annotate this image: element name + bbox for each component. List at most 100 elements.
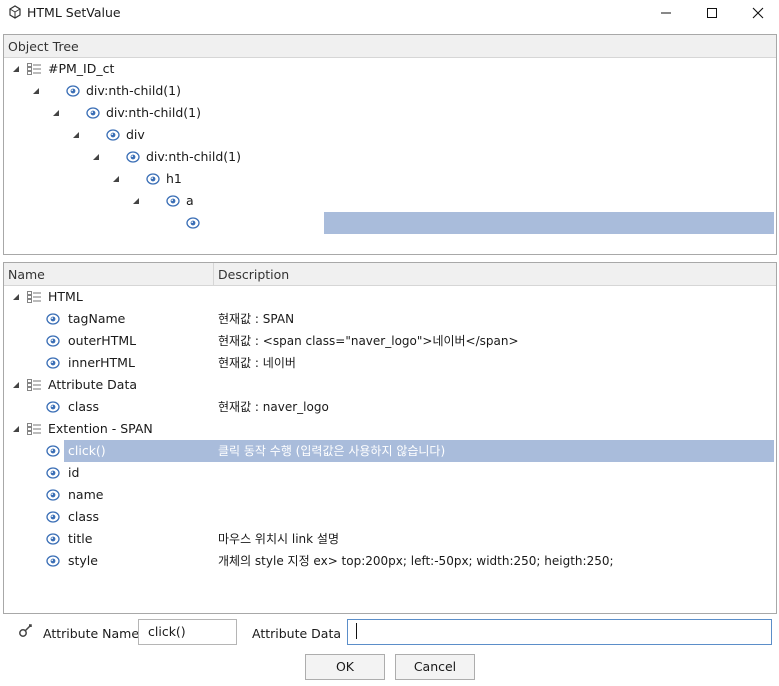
property-row[interactable]: id [4,462,774,484]
property-row[interactable]: style 개체의 style 지정 ex> top:200px; left:-5… [4,550,774,572]
property-name: outerHTML [68,333,137,348]
property-row[interactable]: class [4,506,774,528]
object-tree-panel: Object Tree #PM_ID_ct div:nth-child(1) div… [3,34,777,255]
property-row[interactable]: class 현재값 : naver_logo [4,396,774,418]
property-name: title [68,531,93,546]
list-node-icon [27,63,41,75]
tree-node[interactable]: div [4,124,774,146]
column-divider[interactable] [213,263,214,285]
expand-triangle-icon[interactable] [112,175,120,183]
property-group[interactable]: HTML [4,286,774,308]
object-tree-title: Object Tree [8,39,79,54]
eye-icon [46,467,60,479]
tree-node[interactable]: div:nth-child(1) [4,80,774,102]
property-group-label: HTML [48,289,83,304]
maximize-button[interactable] [689,0,735,26]
eye-icon [46,533,60,545]
attribute-name-value: click() [148,624,186,639]
property-name: innerHTML [68,355,135,370]
property-row[interactable]: tagName 현재값 : SPAN [4,308,774,330]
list-node-icon [27,423,41,435]
property-row[interactable]: name [4,484,774,506]
attribute-name-field[interactable]: click() [138,619,237,645]
maximize-icon [707,8,717,18]
property-name: name [68,487,104,502]
tree-node[interactable]: a [4,190,774,212]
column-name-header[interactable]: Name [8,267,45,282]
title-bar: HTML SetValue [0,0,779,26]
eye-icon [46,555,60,567]
object-tree-header: Object Tree [4,35,776,58]
expand-triangle-icon[interactable] [12,425,20,433]
property-name: style [68,553,98,568]
tree-node-label: div:nth-child(1) [86,83,181,98]
eye-icon [46,445,60,457]
property-group-label: Extention - SPAN [48,421,153,436]
property-grid-header: Name Description [4,263,776,286]
column-description-header[interactable]: Description [218,267,289,282]
eye-icon [86,107,100,119]
eye-icon [46,357,60,369]
tree-node-label: div:nth-child(1) [106,105,201,120]
eye-icon [46,489,60,501]
expand-triangle-icon[interactable] [52,109,60,117]
cancel-button[interactable]: Cancel [395,654,475,680]
property-description: 클릭 동작 수행 (입력값은 사용하지 않습니다) [218,444,446,458]
eye-icon [166,195,180,207]
eye-icon [66,85,80,97]
expand-triangle-icon[interactable] [92,153,100,161]
property-name: class [68,509,100,524]
property-group-label: Attribute Data [48,377,138,392]
list-node-icon [27,379,41,391]
property-description: 개체의 style 지정 ex> top:200px; left:-50px; … [218,554,614,568]
tree-node[interactable]: div:nth-child(1) [4,102,774,124]
property-name: click() [68,443,106,458]
text-cursor [356,623,357,639]
ok-button[interactable]: OK [305,654,385,680]
property-row[interactable]: innerHTML 현재값 : 네이버 [4,352,774,374]
property-description: 현재값 : SPAN [218,312,295,326]
eye-icon [106,129,120,141]
attribute-name-label: Attribute Name [43,626,140,641]
eye-icon [186,217,200,229]
property-name: id [68,465,80,480]
tree-node[interactable]: h1 [4,168,774,190]
property-row[interactable]: title 마우스 위치시 link 설명 [4,528,774,550]
tree-node-label: h1 [166,171,182,186]
tree-node-label: #PM_ID_ct [48,61,115,76]
property-name: class [68,399,100,414]
property-row[interactable]: click() 클릭 동작 수행 (입력값은 사용하지 않습니다) [4,440,774,462]
property-row[interactable]: outerHTML 현재값 : <span class="naver_logo">… [4,330,774,352]
app-icon [9,5,21,19]
tree-node-label: span [206,215,237,230]
expand-triangle-icon[interactable] [12,293,20,301]
property-group[interactable]: Attribute Data [4,374,774,396]
tree-node[interactable]: div:nth-child(1) [4,146,774,168]
property-description: 현재값 : <span class="naver_logo">네이버</span… [218,334,519,348]
expand-triangle-icon[interactable] [72,131,80,139]
expand-triangle-icon[interactable] [12,65,20,73]
tree-node-label: div [126,127,145,142]
tree-node[interactable]: #PM_ID_ct [4,58,774,80]
property-grid-panel: Name Description HTML tagName 현재값 : SPAN ou… [3,262,777,614]
tree-node-label: a [186,193,194,208]
close-button[interactable] [735,0,779,26]
expand-triangle-icon[interactable] [12,381,20,389]
tree-node[interactable]: span [4,212,774,234]
minimize-icon [661,12,671,14]
expand-triangle-icon[interactable] [132,197,140,205]
settings-icon [19,624,32,637]
close-icon [752,7,764,19]
eye-icon [126,151,140,163]
window-title: HTML SetValue [27,5,121,20]
expand-triangle-icon[interactable] [32,87,40,95]
eye-icon [46,511,60,523]
attribute-data-input[interactable] [347,619,772,645]
attribute-data-label: Attribute Data [252,626,342,641]
eye-icon [146,173,160,185]
property-description: 현재값 : naver_logo [218,400,329,414]
property-description: 현재값 : 네이버 [218,356,296,370]
eye-icon [46,313,60,325]
property-group[interactable]: Extention - SPAN [4,418,774,440]
minimize-button[interactable] [643,0,689,26]
